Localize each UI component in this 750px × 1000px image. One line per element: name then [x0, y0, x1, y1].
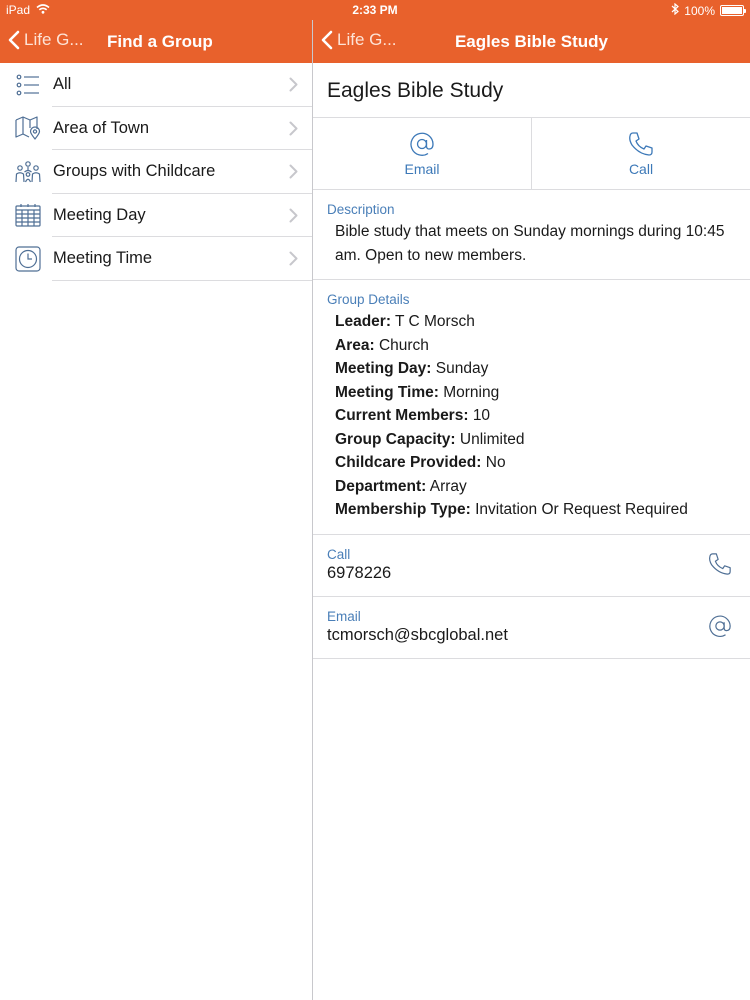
email-action-button[interactable]: Email: [313, 118, 531, 189]
battery-percent: 100%: [684, 3, 715, 18]
detail-row-childcare-provided: Childcare Provided: No: [327, 451, 736, 475]
detail-row-value: Sunday: [435, 360, 489, 377]
group-details-header: Group Details: [327, 292, 410, 307]
phone-icon[interactable]: [708, 552, 732, 576]
detail-row-current-members: Current Members: 10: [327, 404, 736, 428]
master-back-button[interactable]: Life G...: [8, 30, 84, 50]
clock-icon: [15, 246, 41, 272]
list-icon: [15, 72, 41, 98]
status-time: 2:33 PM: [352, 3, 398, 17]
detail-row-value: Invitation Or Request Required: [475, 501, 688, 518]
menu-item-label: Area of Town: [53, 118, 150, 137]
detail-nav-bar: Eagles Bible Study Life G...: [313, 20, 750, 63]
status-bar: iPad 2:33 PM 100%: [0, 0, 750, 20]
chevron-right-icon: [289, 251, 298, 266]
group-details-section: Group Details Leader: T C Morsch Area: C…: [313, 280, 750, 535]
battery-icon: [720, 5, 746, 16]
detail-row-label: Meeting Day:: [335, 360, 432, 377]
menu-item-label: All: [53, 75, 72, 94]
menu-item-groups-with-childcare[interactable]: Groups with Childcare: [0, 150, 312, 194]
action-bar: Email Call: [313, 118, 750, 190]
master-nav-bar: Life G... Find a Group: [0, 20, 312, 63]
map-icon: [15, 115, 41, 141]
call-label: Call: [327, 546, 351, 562]
detail-back-button[interactable]: Life G...: [321, 30, 397, 50]
description-text: Bible study that meets on Sunday morning…: [335, 223, 725, 264]
detail-row-label: Current Members:: [335, 407, 469, 424]
bluetooth-icon: [671, 2, 680, 18]
description-section: Description Bible study that meets on Su…: [313, 190, 750, 280]
phone-icon: [629, 131, 653, 156]
at-sign-icon: [410, 132, 434, 156]
email-action-label: Email: [404, 160, 440, 177]
menu-item-label: Groups with Childcare: [53, 162, 216, 181]
phone-number: 6978226: [327, 563, 392, 582]
call-row[interactable]: Call 6978226: [313, 535, 750, 597]
chevron-right-icon: [289, 77, 298, 92]
email-label: Email: [327, 608, 361, 624]
detail-row-department: Department: Array: [327, 475, 736, 499]
chevron-left-icon: [8, 30, 20, 50]
detail-row-meeting-time: Meeting Time: Morning: [327, 381, 736, 405]
email-row[interactable]: Email tcmorsch@sbcglobal.net: [313, 597, 750, 659]
at-sign-icon[interactable]: [708, 614, 732, 638]
detail-row-label: Department:: [335, 477, 427, 495]
group-detail-pane: Eagles Bible Study Email Call Descriptio…: [313, 63, 750, 1000]
calendar-icon: [15, 202, 41, 228]
menu-item-label: Meeting Day: [53, 205, 146, 224]
detail-row-value: Morning: [443, 383, 500, 401]
group-title: Eagles Bible Study: [313, 63, 750, 118]
master-back-label: Life G...: [24, 30, 84, 49]
detail-row-label: Membership Type:: [335, 501, 471, 518]
detail-row-meeting-day: Meeting Day: Sunday: [327, 357, 736, 381]
menu-item-all[interactable]: All: [0, 63, 312, 107]
detail-row-value: No: [485, 454, 506, 471]
detail-row-label: Childcare Provided:: [335, 454, 482, 471]
detail-row-value: Church: [378, 336, 429, 354]
family-icon: [15, 159, 41, 185]
chevron-right-icon: [289, 208, 298, 222]
detail-row-leader: Leader: T C Morsch: [327, 310, 736, 334]
detail-row-value: 10: [472, 407, 491, 424]
detail-row-value: Array: [429, 477, 467, 495]
menu-item-area-of-town[interactable]: Area of Town: [0, 107, 312, 151]
call-action-button[interactable]: Call: [531, 118, 750, 189]
chevron-right-icon: [289, 164, 298, 179]
chevron-left-icon: [321, 30, 333, 50]
call-action-label: Call: [628, 160, 654, 177]
detail-row-label: Leader:: [335, 313, 391, 330]
menu-item-label: Meeting Time: [53, 249, 153, 268]
detail-back-label: Life G...: [337, 30, 397, 49]
detail-row-label: Meeting Time:: [335, 383, 439, 401]
filter-menu: All Area of Town Groups with Childcare M…: [0, 63, 312, 1000]
detail-row-value: T C Morsch: [395, 313, 475, 330]
detail-row-label: Area:: [335, 336, 375, 354]
menu-item-meeting-time[interactable]: Meeting Time: [0, 237, 312, 281]
detail-row-value: Unlimited: [459, 430, 525, 448]
menu-item-meeting-day[interactable]: Meeting Day: [0, 194, 312, 238]
detail-row-label: Group Capacity:: [335, 430, 456, 448]
detail-row-group-capacity: Group Capacity: Unlimited: [327, 428, 736, 452]
description-header: Description: [327, 202, 395, 217]
chevron-right-icon: [289, 121, 298, 135]
email-address: tcmorsch@sbcglobal.net: [327, 625, 508, 644]
master-nav-title: Find a Group: [107, 32, 213, 51]
detail-row-membership-type: Membership Type: Invitation Or Request R…: [327, 498, 736, 522]
detail-row-area: Area: Church: [327, 334, 736, 358]
